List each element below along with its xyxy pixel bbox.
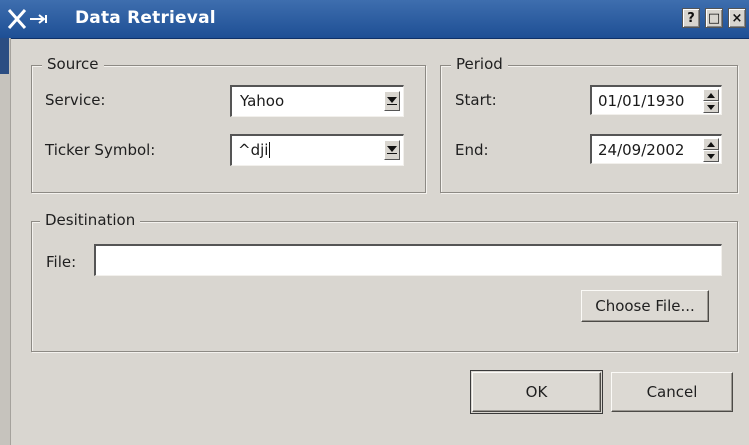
- chevron-down-icon[interactable]: [384, 91, 400, 111]
- ticker-value: ^dji: [238, 141, 271, 159]
- cancel-button[interactable]: Cancel: [611, 372, 733, 412]
- ok-button[interactable]: OK: [472, 372, 601, 412]
- end-date-spinbox[interactable]: 24/09/2002: [590, 134, 722, 164]
- service-value: Yahoo: [240, 92, 285, 110]
- end-label: End:: [455, 141, 489, 159]
- chevron-down-icon[interactable]: [384, 140, 400, 160]
- close-button[interactable]: ×: [728, 8, 746, 28]
- window-title: Data Retrieval: [75, 8, 216, 28]
- help-button[interactable]: ?: [682, 8, 700, 28]
- spin-down-icon[interactable]: [703, 150, 719, 162]
- ticker-text: ^dji: [238, 141, 269, 159]
- spin-up-icon[interactable]: [703, 89, 719, 101]
- start-date-spinbox[interactable]: 01/01/1930: [590, 85, 722, 115]
- end-date-value: 24/09/2002: [598, 141, 685, 159]
- destination-legend: Desitination: [40, 211, 141, 229]
- file-input[interactable]: [94, 244, 722, 276]
- ticker-label: Ticker Symbol:: [45, 141, 156, 159]
- period-legend: Period: [451, 55, 508, 73]
- start-label: Start:: [455, 91, 497, 109]
- destination-group: Desitination: [31, 211, 738, 352]
- source-legend: Source: [42, 55, 104, 73]
- spin-up-icon[interactable]: [703, 138, 719, 150]
- app-logo-icon: [6, 6, 68, 32]
- service-combo[interactable]: Yahoo: [230, 85, 404, 117]
- window-left-edge: [0, 38, 11, 445]
- choose-file-button[interactable]: Choose File...: [581, 290, 709, 322]
- text-cursor: [269, 142, 271, 158]
- title-bar[interactable]: Data Retrieval ? □ ×: [0, 0, 749, 39]
- start-date-value: 01/01/1930: [598, 92, 685, 110]
- ticker-combo[interactable]: ^dji: [230, 134, 404, 166]
- service-label: Service:: [45, 91, 106, 109]
- maximize-button[interactable]: □: [705, 8, 723, 28]
- file-label: File:: [46, 253, 77, 271]
- spin-down-icon[interactable]: [703, 101, 719, 113]
